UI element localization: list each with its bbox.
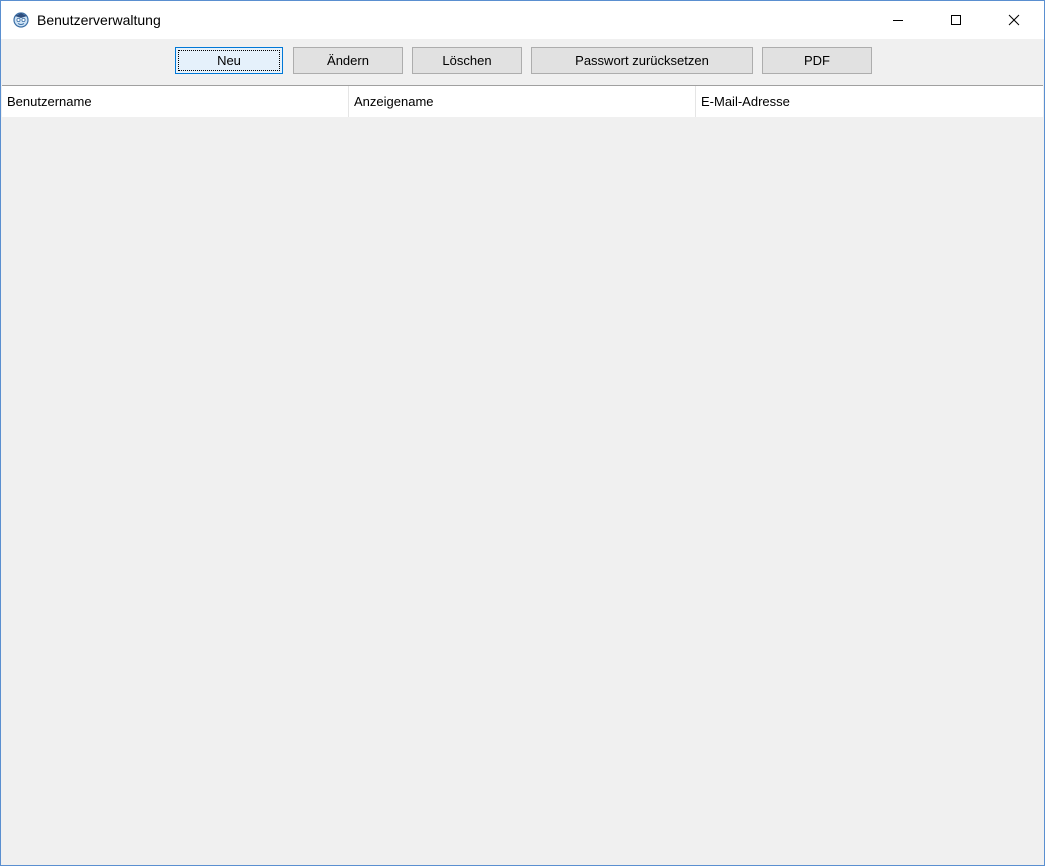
window-title: Benutzerverwaltung <box>37 12 161 28</box>
column-header-display-name[interactable]: Anzeigename <box>349 86 696 117</box>
maximize-button[interactable] <box>927 1 985 39</box>
pdf-button[interactable]: PDF <box>762 47 872 74</box>
new-button-label: Neu <box>217 53 241 68</box>
close-icon <box>1008 14 1020 26</box>
maximize-icon <box>951 15 961 25</box>
edit-button[interactable]: Ändern <box>293 47 403 74</box>
column-header-email[interactable]: E-Mail-Adresse <box>696 86 1043 117</box>
toolbar: Neu Ändern Löschen Passwort zurücksetzen… <box>1 39 1044 83</box>
minimize-icon <box>893 20 903 21</box>
main-window: Benutzerverwaltung Neu Ändern Löschen Pa… <box>0 0 1045 866</box>
close-button[interactable] <box>985 1 1043 39</box>
delete-button[interactable]: Löschen <box>412 47 522 74</box>
reset-password-button[interactable]: Passwort zurücksetzen <box>531 47 753 74</box>
minimize-button[interactable] <box>869 1 927 39</box>
title-bar[interactable]: Benutzerverwaltung <box>1 1 1044 39</box>
new-button[interactable]: Neu <box>175 47 283 74</box>
app-icon[interactable] <box>12 10 30 28</box>
column-header-username[interactable]: Benutzername <box>2 86 349 117</box>
table-header: Benutzername Anzeigename E-Mail-Adresse <box>2 86 1043 117</box>
users-table[interactable]: Benutzername Anzeigename E-Mail-Adresse <box>2 85 1043 865</box>
